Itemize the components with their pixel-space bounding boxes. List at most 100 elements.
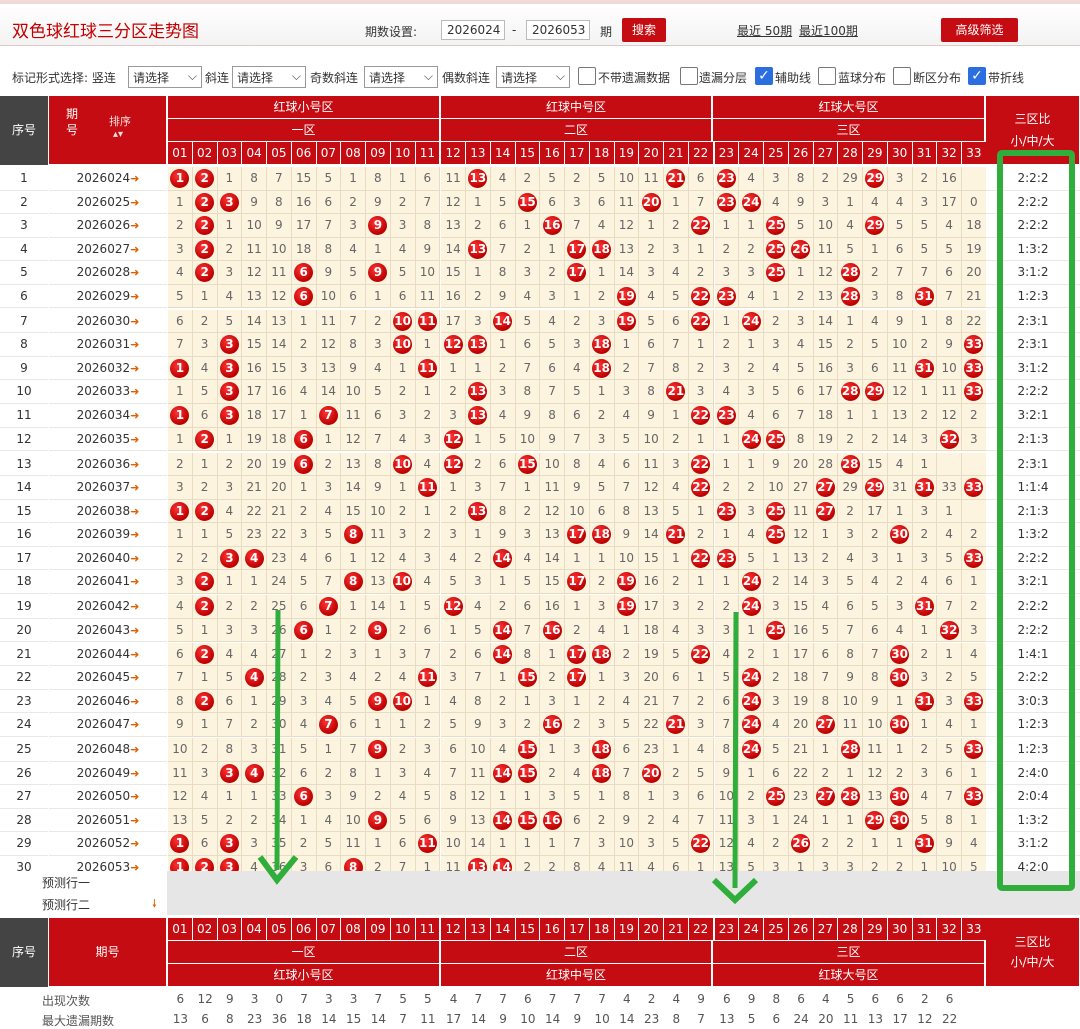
row-period[interactable]: 2026034➜ (49, 404, 167, 428)
aux-line-checkbox[interactable]: ✓ (755, 67, 773, 85)
period-header[interactable]: 期号 排序 ▴▾ (49, 96, 167, 165)
row-period[interactable]: 2026040➜ (49, 547, 167, 571)
arrow-right-icon[interactable]: ➜ (130, 767, 139, 780)
arrow-right-icon[interactable]: ➜ (130, 385, 139, 398)
area2-header: 二区 (441, 119, 712, 142)
no-miss-data-checkbox[interactable] (578, 67, 596, 85)
row-period[interactable]: 2026049➜ (49, 762, 167, 786)
advanced-filter-button[interactable]: 高级筛选 (941, 18, 1018, 42)
recent-100-link[interactable]: 最近100期 (799, 22, 858, 39)
slant-select[interactable]: 请选择 ⌵ (232, 66, 306, 88)
arrow-right-icon[interactable]: ➜ (130, 837, 139, 850)
period-to-input[interactable]: 2026053 (526, 20, 590, 40)
row-period[interactable]: 2026033➜ (49, 380, 167, 404)
cell-32: 4 (937, 713, 962, 737)
row-period[interactable]: 2026025➜ (49, 191, 167, 215)
appear-value: 3 (250, 992, 259, 1006)
row-period[interactable]: 2026047➜ (49, 713, 167, 737)
polyline-checkbox[interactable]: ✓ (968, 67, 986, 85)
arrow-right-icon[interactable]: ➜ (130, 695, 139, 708)
miss-layer-checkbox[interactable] (680, 67, 698, 85)
cell-22: 1 (688, 570, 714, 594)
row-period[interactable]: 2026028➜ (49, 261, 167, 285)
row-period[interactable]: 2026045➜ (49, 666, 167, 690)
cell-31: 2 (912, 642, 938, 666)
row-period[interactable]: 2026041➜ (49, 570, 167, 594)
cell-03: 3 (217, 546, 243, 571)
arrow-right-icon[interactable]: ➜ (130, 481, 139, 494)
even-slant-select[interactable]: 请选择 ⌵ (496, 66, 570, 88)
cell-27: 3 (813, 190, 839, 215)
arrow-right-icon[interactable]: ➜ (130, 743, 139, 756)
arrow-right-icon[interactable]: ➜ (130, 409, 139, 422)
arrow-right-icon[interactable]: ➜ (130, 814, 139, 827)
cell-20: 19 (639, 642, 664, 666)
arrow-right-icon[interactable]: ➜ (130, 196, 139, 209)
miss-value: 1 (970, 574, 978, 589)
row-period[interactable]: 2026044➜ (49, 643, 167, 666)
miss-value: 1 (324, 622, 333, 637)
miss-value: 6 (548, 194, 556, 209)
arrow-right-icon[interactable]: ➜ (130, 575, 139, 588)
row-period[interactable]: 2026024➜ (49, 167, 167, 191)
arrow-right-icon[interactable]: ➜ (130, 624, 139, 637)
arrow-right-icon[interactable]: ➜ (130, 266, 139, 279)
arrow-right-icon[interactable]: ➜ (130, 219, 139, 232)
arrow-right-icon[interactable]: ➜ (130, 528, 139, 541)
miss-value: 1 (498, 337, 507, 352)
odd-slant-select[interactable]: 请选择 ⌵ (364, 66, 438, 88)
maxmiss-value: 7 (697, 1012, 705, 1026)
row-period[interactable]: 2026036➜ (49, 453, 167, 477)
arrow-right-icon[interactable]: ➜ (130, 172, 139, 185)
row-period[interactable]: 2026032➜ (49, 357, 167, 381)
miss-value: 1 (523, 693, 532, 708)
row-period[interactable]: 2026042➜ (49, 595, 167, 619)
row-period[interactable]: 2026051➜ (49, 809, 167, 833)
table-row: 8 2026031➜ 7 3 3 15 14 2 12 8 3 10 1 12 13 1 6 5 3 18 1 6 7 1 2 1… (0, 333, 1080, 357)
row-period[interactable]: 2026039➜ (49, 523, 167, 547)
number-header-12: 12 (441, 918, 466, 941)
row-period[interactable]: 2026035➜ (49, 428, 167, 452)
cell-13: 13 (466, 380, 491, 404)
arrow-right-icon[interactable]: ➜ (130, 458, 139, 471)
arrow-right-icon[interactable]: ➜ (130, 718, 139, 731)
cell-17: 5 (565, 380, 590, 404)
arrow-right-icon[interactable]: ➜ (130, 552, 139, 565)
miss-value: 2 (176, 456, 184, 471)
row-period[interactable]: 2026030➜ (49, 310, 167, 334)
arrow-right-icon[interactable]: ➜ (130, 648, 139, 661)
cell-27: 10 (813, 214, 839, 238)
row-seq: 18 (0, 570, 48, 594)
break-dist-checkbox[interactable] (893, 67, 911, 85)
arrow-right-icon[interactable]: ➜ (130, 338, 139, 351)
period-from-input[interactable]: 2026024 (441, 20, 505, 40)
predict-row-1[interactable]: 预测行一 (42, 874, 90, 891)
arrow-down-icon[interactable]: 🠗 (152, 895, 157, 914)
row-period[interactable]: 2026027➜ (49, 238, 167, 262)
row-period[interactable]: 2026046➜ (49, 690, 167, 714)
arrow-right-icon[interactable]: ➜ (130, 671, 139, 684)
recent-50-link[interactable]: 最近 50期 (737, 22, 792, 39)
row-period[interactable]: 2026038➜ (49, 500, 167, 524)
row-period[interactable]: 2026048➜ (49, 738, 167, 762)
search-button[interactable]: 搜索 (622, 18, 666, 42)
row-seq: 12 (0, 427, 48, 452)
row-period[interactable]: 2026031➜ (49, 333, 167, 357)
arrow-right-icon[interactable]: ➜ (130, 790, 139, 803)
arrow-right-icon[interactable]: ➜ (130, 505, 139, 518)
predict-row-2[interactable]: 预测行二 (42, 896, 90, 913)
row-period[interactable]: 2026029➜ (49, 285, 167, 309)
blue-dist-checkbox[interactable] (818, 67, 836, 85)
row-period[interactable]: 2026052➜ (49, 832, 167, 856)
arrow-right-icon[interactable]: ➜ (130, 362, 139, 375)
row-period[interactable]: 2026043➜ (49, 619, 167, 643)
row-period[interactable]: 2026026➜ (49, 214, 167, 238)
arrow-right-icon[interactable]: ➜ (130, 600, 139, 613)
arrow-right-icon[interactable]: ➜ (130, 315, 139, 328)
arrow-right-icon[interactable]: ➜ (130, 433, 139, 446)
arrow-right-icon[interactable]: ➜ (130, 243, 139, 256)
vertical-select[interactable]: 请选择 ⌵ (128, 66, 202, 88)
row-period[interactable]: 2026050➜ (49, 785, 167, 809)
row-period[interactable]: 2026037➜ (49, 476, 167, 500)
arrow-right-icon[interactable]: ➜ (130, 290, 139, 303)
